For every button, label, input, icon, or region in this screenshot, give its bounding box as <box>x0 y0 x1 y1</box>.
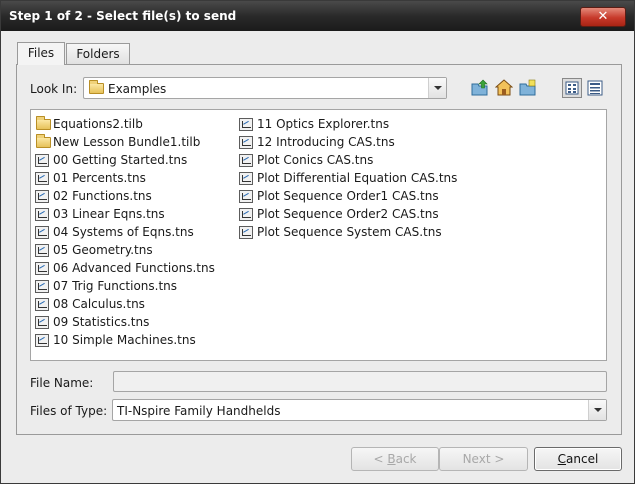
file-item[interactable]: 09 Statistics.tns <box>33 313 215 331</box>
tns-file-icon <box>35 298 49 311</box>
file-item-name: Plot Sequence Order1 CAS.tns <box>257 189 439 203</box>
file-item-name: 01 Percents.tns <box>53 171 146 185</box>
file-item-name: 10 Simple Machines.tns <box>53 333 196 347</box>
details-view-icon[interactable] <box>586 79 604 97</box>
file-item[interactable]: 12 Introducing CAS.tns <box>237 133 457 151</box>
file-item-name: 05 Geometry.tns <box>53 243 153 257</box>
close-icon: ✕ <box>597 9 609 24</box>
file-item[interactable]: Plot Differential Equation CAS.tns <box>237 169 457 187</box>
file-item-name: 03 Linear Eqns.tns <box>53 207 165 221</box>
folder-icon <box>36 134 51 148</box>
tns-file-icon <box>35 154 49 167</box>
cancel-mnemonic: C <box>557 452 567 466</box>
file-item-name: 04 Systems of Eqns.tns <box>53 225 194 239</box>
file-item[interactable]: 00 Getting Started.tns <box>33 151 215 169</box>
file-item[interactable]: Plot Sequence System CAS.tns <box>237 223 457 241</box>
look-in-value: Examples <box>108 82 167 96</box>
home-icon[interactable] <box>494 79 514 97</box>
folder-item[interactable]: New Lesson Bundle1.tilb <box>33 133 215 151</box>
back-mnemonic: B <box>387 452 396 466</box>
file-item[interactable]: 11 Optics Explorer.tns <box>237 115 457 133</box>
tns-file-icon <box>239 136 253 149</box>
tns-file-icon <box>35 262 49 275</box>
file-item[interactable]: Plot Conics CAS.tns <box>237 151 457 169</box>
file-name-label: File Name: <box>30 376 94 390</box>
send-files-dialog: Step 1 of 2 - Select file(s) to send ✕ F… <box>0 0 635 484</box>
folder-item[interactable]: Equations2.tilb <box>33 115 215 133</box>
file-item-name: 11 Optics Explorer.tns <box>257 117 390 131</box>
file-item-name: Plot Sequence System CAS.tns <box>257 225 442 239</box>
file-item[interactable]: 04 Systems of Eqns.tns <box>33 223 215 241</box>
list-view-icon[interactable] <box>562 78 582 98</box>
file-item[interactable]: 03 Linear Eqns.tns <box>33 205 215 223</box>
tns-file-icon <box>35 208 49 221</box>
file-item-name: Plot Differential Equation CAS.tns <box>257 171 458 185</box>
file-column-2: 11 Optics Explorer.tns 12 Introducing CA… <box>237 115 457 241</box>
tns-file-icon <box>35 190 49 203</box>
file-item-name: 07 Trig Functions.tns <box>53 279 178 293</box>
tns-file-icon <box>35 172 49 185</box>
files-of-type-value: TI-Nspire Family Handhelds <box>117 404 281 418</box>
file-item-name: Plot Conics CAS.tns <box>257 153 374 167</box>
cancel-button[interactable]: Cancel <box>534 447 622 471</box>
tns-file-icon <box>239 190 253 203</box>
next-button[interactable]: Next > <box>439 447 528 471</box>
file-item-name: 08 Calculus.tns <box>53 297 145 311</box>
window-title: Step 1 of 2 - Select file(s) to send <box>9 9 237 23</box>
cancel-label-rest: ancel <box>566 452 599 466</box>
file-list[interactable]: Equations2.tilb New Lesson Bundle1.tilb … <box>30 109 607 361</box>
file-item[interactable]: 02 Functions.tns <box>33 187 215 205</box>
files-of-type-dropdown[interactable]: TI-Nspire Family Handhelds <box>112 399 607 421</box>
back-button[interactable]: < Back <box>351 447 439 471</box>
file-column-1: Equations2.tilb New Lesson Bundle1.tilb … <box>33 115 215 349</box>
file-item[interactable]: 10 Simple Machines.tns <box>33 331 215 349</box>
file-item-name: Equations2.tilb <box>53 117 143 131</box>
tns-file-icon <box>239 208 253 221</box>
file-item[interactable]: 07 Trig Functions.tns <box>33 277 215 295</box>
close-button[interactable]: ✕ <box>580 7 626 27</box>
file-item-name: Plot Sequence Order2 CAS.tns <box>257 207 439 221</box>
file-item-name: 06 Advanced Functions.tns <box>53 261 215 275</box>
tns-file-icon <box>239 172 253 185</box>
file-item[interactable]: Plot Sequence Order2 CAS.tns <box>237 205 457 223</box>
chevron-down-icon[interactable] <box>588 400 606 420</box>
file-name-field[interactable] <box>113 371 607 392</box>
title-bar[interactable]: Step 1 of 2 - Select file(s) to send ✕ <box>1 1 634 31</box>
file-item-name: 09 Statistics.tns <box>53 315 150 329</box>
file-item[interactable]: 06 Advanced Functions.tns <box>33 259 215 277</box>
look-in-label: Look In: <box>30 82 78 96</box>
up-one-level-icon[interactable] <box>471 79 489 97</box>
file-item-name: 00 Getting Started.tns <box>53 153 188 167</box>
tns-file-icon <box>35 226 49 239</box>
tns-file-icon <box>239 154 253 167</box>
files-of-type-label: Files of Type: <box>30 404 108 418</box>
new-folder-icon[interactable] <box>519 79 537 97</box>
back-arrow-text: < <box>373 452 388 466</box>
back-label-rest: ack <box>395 452 417 466</box>
look-in-dropdown[interactable]: Examples <box>83 77 447 99</box>
tns-file-icon <box>239 118 253 131</box>
file-item-name: 12 Introducing CAS.tns <box>257 135 395 149</box>
file-item-name: New Lesson Bundle1.tilb <box>53 135 201 149</box>
file-item-name: 02 Functions.tns <box>53 189 152 203</box>
folder-icon <box>89 80 104 94</box>
tns-file-icon <box>35 316 49 329</box>
tns-file-icon <box>239 226 253 239</box>
tns-file-icon <box>35 280 49 293</box>
folder-icon <box>36 116 51 130</box>
tns-file-icon <box>35 244 49 257</box>
tns-file-icon <box>35 334 49 347</box>
tab-files[interactable]: Files <box>17 42 65 65</box>
chevron-down-icon[interactable] <box>428 78 446 98</box>
file-item[interactable]: 05 Geometry.tns <box>33 241 215 259</box>
file-item[interactable]: Plot Sequence Order1 CAS.tns <box>237 187 457 205</box>
tab-folders[interactable]: Folders <box>66 43 130 64</box>
file-item[interactable]: 08 Calculus.tns <box>33 295 215 313</box>
file-item[interactable]: 01 Percents.tns <box>33 169 215 187</box>
